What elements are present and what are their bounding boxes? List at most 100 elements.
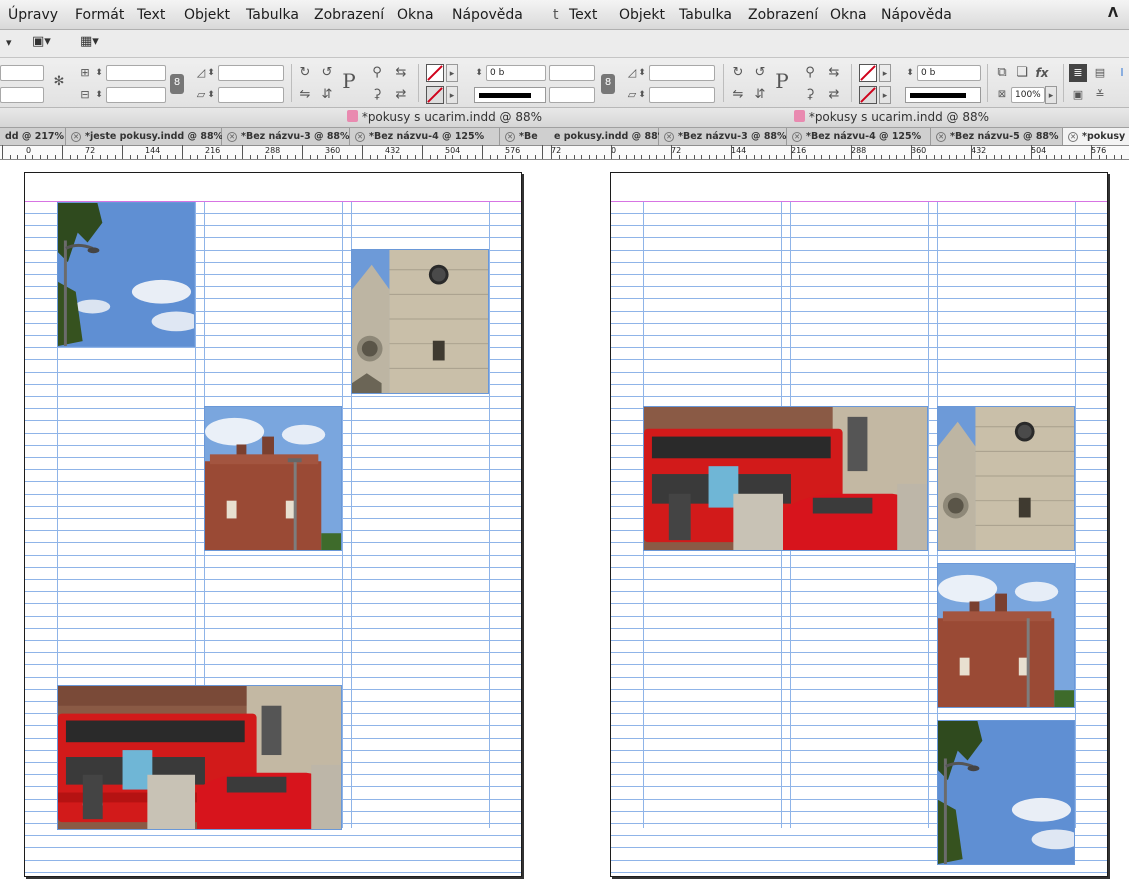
menu-tabulka[interactable]: Tabulka bbox=[679, 7, 732, 23]
image-frame-brick-tower[interactable] bbox=[204, 406, 342, 551]
align-bottom-icon[interactable]: ≚ bbox=[1091, 86, 1109, 104]
image-frame-church-tower[interactable] bbox=[351, 249, 489, 394]
image-frame-brick-tower[interactable] bbox=[937, 563, 1075, 708]
select-next-icon[interactable]: ⇄ bbox=[825, 86, 843, 104]
reference-point-icon[interactable]: ✻ bbox=[50, 73, 68, 91]
columns-icon[interactable]: ▤ bbox=[1091, 64, 1109, 82]
close-icon[interactable]: ✕ bbox=[71, 132, 81, 142]
menu-napoveda[interactable]: Nápověda bbox=[881, 7, 952, 23]
arrange-documents-icon[interactable]: ▦▾ bbox=[80, 34, 99, 50]
document-page[interactable] bbox=[610, 172, 1108, 877]
height-stepper[interactable]: ⬍ bbox=[94, 87, 104, 103]
horizontal-ruler[interactable]: 0 72 144 216 288 360 432 504 576 bbox=[0, 145, 552, 160]
menu-format[interactable]: Formát bbox=[75, 7, 124, 23]
frame-fitting-icon[interactable]: ⧉ bbox=[993, 64, 1011, 82]
select-container-icon[interactable]: ⚲ bbox=[801, 64, 819, 82]
stroke-menu-icon[interactable]: ▸ bbox=[879, 86, 891, 104]
text-frame-options-icon[interactable]: ≣ bbox=[1069, 64, 1087, 82]
stroke-weight-stepper[interactable]: ⬍ bbox=[474, 65, 484, 81]
drop-shadow-icon[interactable]: ❏ bbox=[1013, 64, 1031, 82]
height-field[interactable] bbox=[106, 87, 166, 103]
y-position-field[interactable] bbox=[0, 87, 44, 103]
menu-objekt[interactable]: Objekt bbox=[184, 7, 230, 23]
stroke-weight-stepper[interactable]: ⬍ bbox=[905, 65, 915, 81]
flip-horizontal-icon[interactable]: ⇋ bbox=[729, 86, 747, 104]
effects-icon[interactable]: fx bbox=[1033, 64, 1051, 82]
close-icon[interactable]: ✕ bbox=[355, 132, 365, 142]
constrain-proportions-icon[interactable]: 8 bbox=[170, 74, 184, 94]
tab-document[interactable]: ✕ *Bez názvu-3 @ 88% bbox=[659, 128, 787, 145]
rotate-ccw-icon[interactable]: ↺ bbox=[318, 64, 336, 82]
menu-okna[interactable]: Okna bbox=[397, 7, 434, 23]
opacity-field[interactable]: 100% bbox=[1011, 87, 1045, 103]
menu-zobrazeni[interactable]: Zobrazení bbox=[314, 7, 384, 23]
x-position-field[interactable] bbox=[0, 65, 44, 81]
menu-napoveda[interactable]: Nápověda bbox=[452, 7, 523, 23]
fill-menu-icon[interactable]: ▸ bbox=[446, 64, 458, 82]
rotate-stepper[interactable]: ⬍ bbox=[637, 65, 647, 81]
image-frame-red-bus[interactable] bbox=[57, 685, 342, 830]
close-icon[interactable]: ✕ bbox=[792, 132, 802, 142]
tab-document[interactable]: dd @ 217% bbox=[0, 128, 66, 145]
image-frame-sky-lamp[interactable] bbox=[937, 720, 1075, 865]
image-frame-sky-lamp[interactable] bbox=[57, 202, 195, 347]
select-previous-icon[interactable]: ⇆ bbox=[392, 64, 410, 82]
select-previous-icon[interactable]: ⇆ bbox=[825, 64, 843, 82]
rotate-field[interactable] bbox=[218, 65, 284, 81]
height-field[interactable] bbox=[549, 87, 595, 103]
menu-upravy[interactable]: Úpravy bbox=[8, 7, 58, 23]
shear-field[interactable] bbox=[218, 87, 284, 103]
stroke-type-select[interactable] bbox=[474, 87, 546, 103]
rotate-field[interactable] bbox=[649, 65, 715, 81]
flip-vertical-icon[interactable]: ⇵ bbox=[751, 86, 769, 104]
rotate-stepper[interactable]: ⬍ bbox=[206, 65, 216, 81]
screen-mode-icon[interactable]: ▣▾ bbox=[32, 34, 51, 50]
close-icon[interactable]: ✕ bbox=[1068, 132, 1078, 142]
menu-okna[interactable]: Okna bbox=[830, 7, 867, 23]
tab-document[interactable]: ✕ *Bez názvu-3 @ 88% bbox=[222, 128, 350, 145]
chevron-down-icon[interactable]: ▾ bbox=[6, 36, 12, 52]
width-field[interactable] bbox=[106, 65, 166, 81]
close-icon[interactable]: ✕ bbox=[227, 132, 237, 142]
menu-objekt[interactable]: Objekt bbox=[619, 7, 665, 23]
width-stepper[interactable]: ⬍ bbox=[94, 65, 104, 81]
rotate-cw-icon[interactable]: ↻ bbox=[296, 64, 314, 82]
tab-document[interactable]: ✕ *Be bbox=[500, 128, 552, 145]
stroke-weight-field[interactable]: 0 b bbox=[486, 65, 546, 81]
image-frame-church-tower[interactable] bbox=[937, 406, 1075, 551]
tab-document[interactable]: ✕ *Bez názvu-5 @ 88% bbox=[931, 128, 1063, 145]
rotate-ccw-icon[interactable]: ↺ bbox=[751, 64, 769, 82]
close-icon[interactable]: ✕ bbox=[664, 132, 674, 142]
horizontal-ruler[interactable]: 72 0 72 144 216 288 360 432 504 576 bbox=[549, 145, 1129, 160]
menu-text[interactable]: Text bbox=[569, 7, 597, 23]
align-top-icon[interactable]: ▣ bbox=[1069, 86, 1087, 104]
stroke-weight-field[interactable]: 0 b bbox=[917, 65, 981, 81]
fill-swatch[interactable] bbox=[426, 64, 444, 82]
menu-zobrazeni[interactable]: Zobrazení bbox=[748, 7, 818, 23]
tab-document[interactable]: ✕ *jeste pokusy.indd @ 88% bbox=[66, 128, 223, 145]
text-cursor-icon[interactable]: I bbox=[1113, 64, 1129, 82]
stroke-swatch[interactable] bbox=[859, 86, 877, 104]
stroke-type-select[interactable] bbox=[905, 87, 981, 103]
tab-document[interactable]: ✕ *Bez názvu-4 @ 125% bbox=[350, 128, 500, 145]
close-icon[interactable]: ✕ bbox=[936, 132, 946, 142]
image-frame-red-bus[interactable] bbox=[643, 406, 928, 551]
pasteboard[interactable] bbox=[0, 160, 552, 879]
close-icon[interactable]: ✕ bbox=[505, 132, 515, 142]
select-container-icon[interactable]: ⚲ bbox=[368, 64, 386, 82]
select-content-icon[interactable]: ⚳ bbox=[801, 86, 819, 104]
shear-stepper[interactable]: ⬍ bbox=[206, 87, 216, 103]
rotate-cw-icon[interactable]: ↻ bbox=[729, 64, 747, 82]
tab-document-active[interactable]: ✕ *pokusy bbox=[1063, 128, 1129, 145]
tab-document[interactable]: ✕ *Bez názvu-4 @ 125% bbox=[787, 128, 931, 145]
fill-swatch[interactable] bbox=[859, 64, 877, 82]
shear-stepper[interactable]: ⬍ bbox=[637, 87, 647, 103]
width-field[interactable] bbox=[549, 65, 595, 81]
menu-tabulka[interactable]: Tabulka bbox=[246, 7, 299, 23]
constrain-proportions-icon[interactable]: 8 bbox=[601, 74, 615, 94]
opacity-menu-icon[interactable]: ▸ bbox=[1045, 86, 1057, 104]
stroke-menu-icon[interactable]: ▸ bbox=[446, 86, 458, 104]
flip-vertical-icon[interactable]: ⇵ bbox=[318, 86, 336, 104]
tab-document[interactable]: e pokusy.indd @ 88% bbox=[549, 128, 667, 145]
shear-field[interactable] bbox=[649, 87, 715, 103]
